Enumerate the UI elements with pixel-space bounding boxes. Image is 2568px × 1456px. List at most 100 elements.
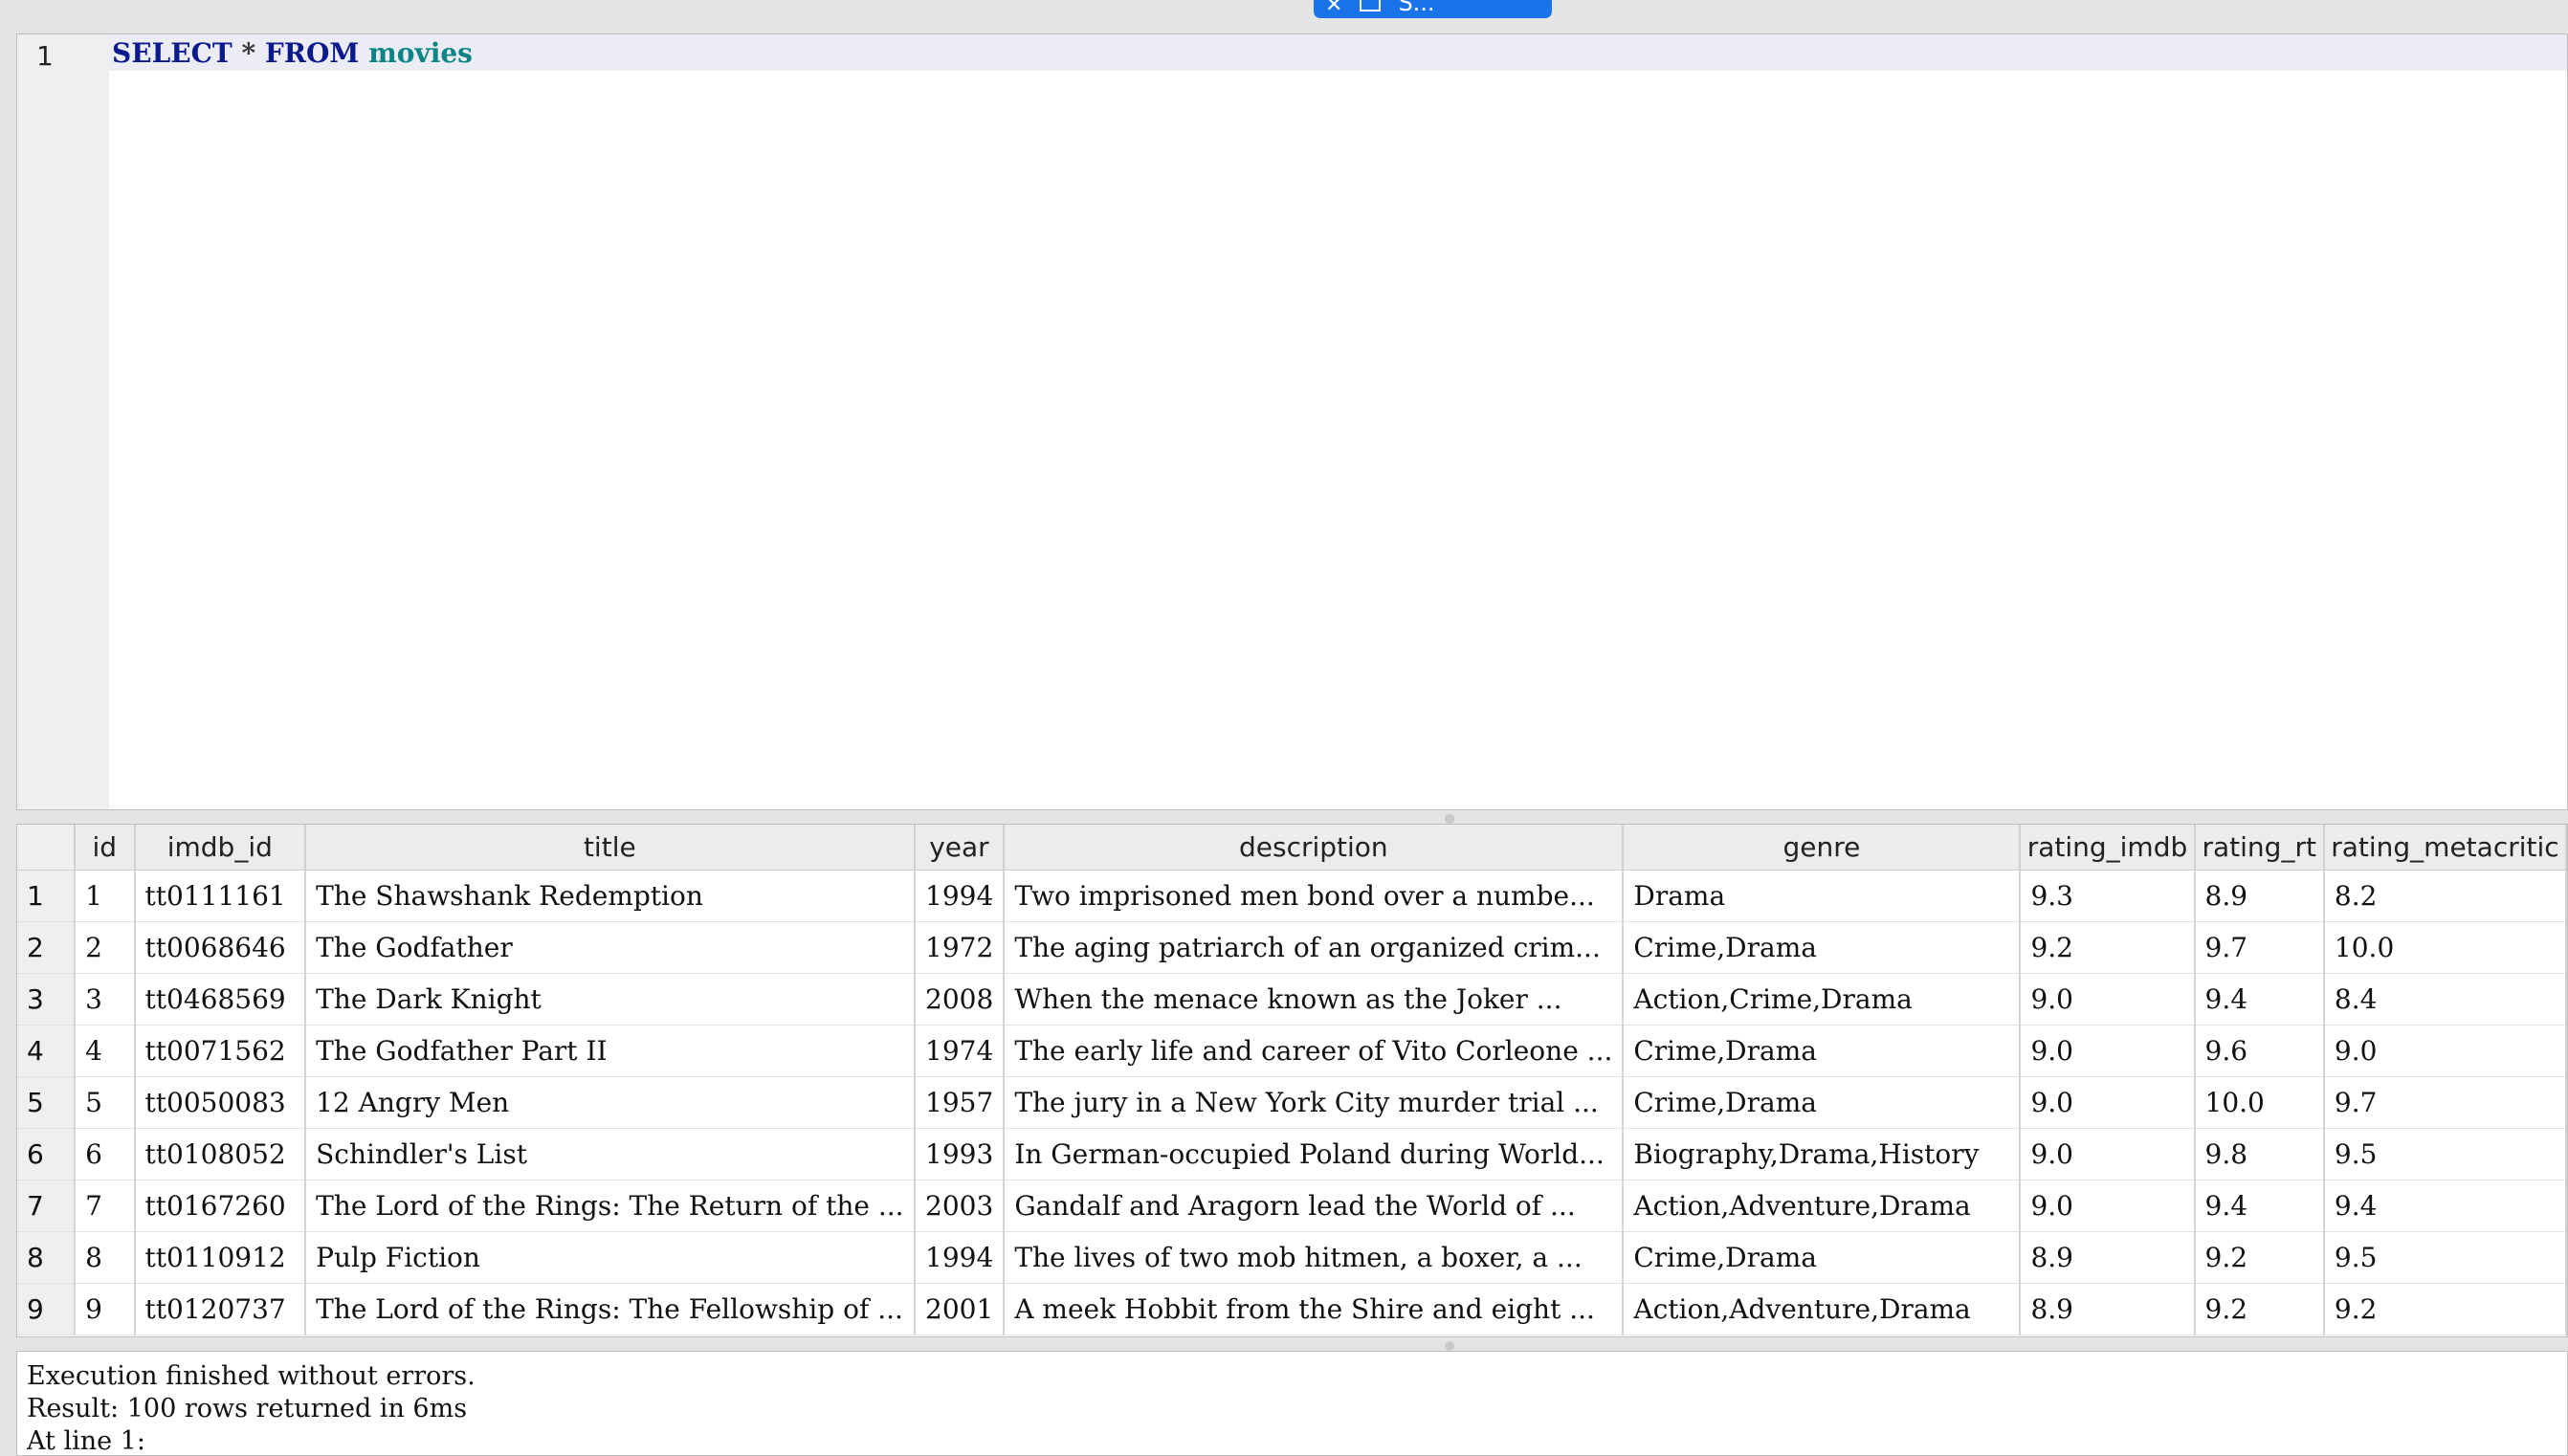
cell-genre[interactable]: Action,Adventure,Drama [1623, 1283, 2022, 1335]
cell-rating-rt[interactable]: 9.6 [2194, 1025, 2325, 1077]
cell-description[interactable]: The lives of two mob hitmen, a boxer, a … [1004, 1231, 1625, 1284]
cell-rating-metacritic[interactable]: 9.7 [2323, 1076, 2567, 1129]
cell-genre[interactable]: Drama [1623, 870, 2022, 922]
table-row[interactable]: 3 3 tt0468569 The Dark Knight 2008 When the m… [17, 973, 2567, 1026]
cell-title[interactable]: 12 Angry Men [305, 1076, 916, 1129]
code-line[interactable]: SELECT * FROM movies [112, 37, 473, 69]
row-number-header[interactable] [17, 825, 77, 871]
cell-imdb-id[interactable]: tt0120737 [134, 1283, 307, 1335]
row-number[interactable]: 2 [17, 921, 77, 974]
splitter-handle[interactable] [1445, 814, 1454, 824]
cell-title[interactable]: Schindler's List [305, 1128, 916, 1180]
cell-year[interactable]: 1957 [914, 1076, 1006, 1129]
cell-genre[interactable]: Action,Crime,Drama [1623, 973, 2022, 1026]
cell-id[interactable]: 5 [75, 1076, 136, 1129]
cell-rating-imdb[interactable]: 9.2 [2020, 921, 2196, 974]
cell-rating-metacritic[interactable]: 8.2 [2323, 870, 2567, 922]
cell-id[interactable]: 3 [75, 973, 136, 1026]
cell-genre[interactable]: Crime,Drama [1623, 1076, 2022, 1129]
editor-results-splitter[interactable] [16, 810, 2568, 824]
cell-rating-imdb[interactable]: 9.0 [2020, 973, 2196, 1026]
cell-title[interactable]: The Godfather [305, 921, 916, 974]
cell-imdb-id[interactable]: tt0068646 [134, 921, 307, 974]
column-header-id[interactable]: id [75, 825, 136, 871]
cell-year[interactable]: 1994 [914, 870, 1006, 922]
cell-title[interactable]: The Dark Knight [305, 973, 916, 1026]
column-header-title[interactable]: title [305, 825, 916, 871]
cell-imdb-id[interactable]: tt0110912 [134, 1231, 307, 1284]
cell-description[interactable]: The jury in a New York City murder trial… [1004, 1076, 1625, 1129]
cell-rating-rt[interactable]: 9.7 [2194, 921, 2325, 974]
cell-rating-rt[interactable]: 9.2 [2194, 1231, 2325, 1284]
row-number[interactable]: 6 [17, 1128, 77, 1180]
cell-id[interactable]: 8 [75, 1231, 136, 1284]
cell-rating-metacritic[interactable]: 9.0 [2323, 1025, 2567, 1077]
cell-id[interactable]: 2 [75, 921, 136, 974]
cell-description[interactable]: The aging patriarch of an organized crim… [1004, 921, 1625, 974]
cell-imdb-id[interactable]: tt0468569 [134, 973, 307, 1026]
close-icon[interactable]: ✕ [1325, 0, 1342, 16]
column-header-rating-rt[interactable]: rating_rt [2194, 825, 2325, 871]
table-row[interactable]: 9 9 tt0120737 The Lord of the Rings: The Fe… [17, 1283, 2567, 1335]
row-number[interactable]: 4 [17, 1025, 77, 1077]
cell-description[interactable]: In German-occupied Poland during World..… [1004, 1128, 1625, 1180]
cell-description[interactable]: A meek Hobbit from the Shire and eight .… [1004, 1283, 1625, 1335]
cell-rating-imdb[interactable]: 9.0 [2020, 1025, 2196, 1077]
column-header-genre[interactable]: genre [1623, 825, 2022, 871]
cell-rating-rt[interactable]: 10.0 [2194, 1076, 2325, 1129]
splitter-handle[interactable] [1445, 1341, 1454, 1351]
cell-rating-rt[interactable]: 9.4 [2194, 1180, 2325, 1232]
cell-title[interactable]: The Lord of the Rings: The Fellowship of… [305, 1283, 916, 1335]
cell-rating-rt[interactable]: 9.8 [2194, 1128, 2325, 1180]
column-header-imdb-id[interactable]: imdb_id [134, 825, 307, 871]
table-row[interactable]: 1 1 tt0111161 The Shawshank Redemption 1994 T… [17, 870, 2567, 922]
cell-description[interactable]: The early life and career of Vito Corleo… [1004, 1025, 1625, 1077]
cell-imdb-id[interactable]: tt0050083 [134, 1076, 307, 1129]
cell-rating-imdb[interactable]: 9.3 [2020, 870, 2196, 922]
table-row[interactable]: 2 2 tt0068646 The Godfather 1972 The aging pa… [17, 921, 2567, 974]
cell-rating-rt[interactable]: 9.2 [2194, 1283, 2325, 1335]
cell-year[interactable]: 2008 [914, 973, 1006, 1026]
cell-id[interactable]: 1 [75, 870, 136, 922]
cell-imdb-id[interactable]: tt0108052 [134, 1128, 307, 1180]
column-header-rating-metacritic[interactable]: rating_metacritic [2323, 825, 2567, 871]
cell-rating-metacritic[interactable]: 10.0 [2323, 921, 2567, 974]
row-number[interactable]: 5 [17, 1076, 77, 1129]
cell-genre[interactable]: Crime,Drama [1623, 1025, 2022, 1077]
row-number[interactable]: 8 [17, 1231, 77, 1284]
table-row[interactable]: 4 4 tt0071562 The Godfather Part II 1974 The … [17, 1025, 2567, 1077]
table-row[interactable]: 8 8 tt0110912 Pulp Fiction 1994 The lives of … [17, 1231, 2567, 1284]
cell-genre[interactable]: Action,Adventure,Drama [1623, 1180, 2022, 1232]
cell-rating-metacritic[interactable]: 9.5 [2323, 1128, 2567, 1180]
cell-title[interactable]: The Shawshank Redemption [305, 870, 916, 922]
cell-rating-rt[interactable]: 9.4 [2194, 973, 2325, 1026]
cell-year[interactable]: 2003 [914, 1180, 1006, 1232]
cell-imdb-id[interactable]: tt0071562 [134, 1025, 307, 1077]
results-messages-splitter[interactable] [16, 1337, 2568, 1351]
cell-rating-imdb[interactable]: 8.9 [2020, 1283, 2196, 1335]
results-grid[interactable]: id imdb_id title year description genre rating… [16, 824, 2568, 1337]
cell-rating-metacritic[interactable]: 9.4 [2323, 1180, 2567, 1232]
cell-rating-metacritic[interactable]: 9.5 [2323, 1231, 2567, 1284]
column-header-year[interactable]: year [914, 825, 1006, 871]
cell-year[interactable]: 2001 [914, 1283, 1006, 1335]
cell-title[interactable]: Pulp Fiction [305, 1231, 916, 1284]
cell-genre[interactable]: Crime,Drama [1623, 921, 2022, 974]
cell-rating-metacritic[interactable]: 8.4 [2323, 973, 2567, 1026]
cell-imdb-id[interactable]: tt0111161 [134, 870, 307, 922]
table-row[interactable]: 5 5 tt0050083 12 Angry Men 1957 The jury in a… [17, 1076, 2567, 1129]
cell-description[interactable]: When the menace known as the Joker ... [1004, 973, 1625, 1026]
row-number[interactable]: 3 [17, 973, 77, 1026]
cell-imdb-id[interactable]: tt0167260 [134, 1180, 307, 1232]
cell-rating-rt[interactable]: 8.9 [2194, 870, 2325, 922]
cell-id[interactable]: 6 [75, 1128, 136, 1180]
sql-editor[interactable]: 1 SELECT * FROM movies [16, 33, 2568, 810]
row-number[interactable]: 7 [17, 1180, 77, 1232]
cell-id[interactable]: 7 [75, 1180, 136, 1232]
cell-genre[interactable]: Biography,Drama,History [1623, 1128, 2022, 1180]
cell-genre[interactable]: Crime,Drama [1623, 1231, 2022, 1284]
cell-id[interactable]: 9 [75, 1283, 136, 1335]
cell-year[interactable]: 1974 [914, 1025, 1006, 1077]
cell-rating-imdb[interactable]: 9.0 [2020, 1128, 2196, 1180]
cell-description[interactable]: Two imprisoned men bond over a numbe... [1004, 870, 1625, 922]
